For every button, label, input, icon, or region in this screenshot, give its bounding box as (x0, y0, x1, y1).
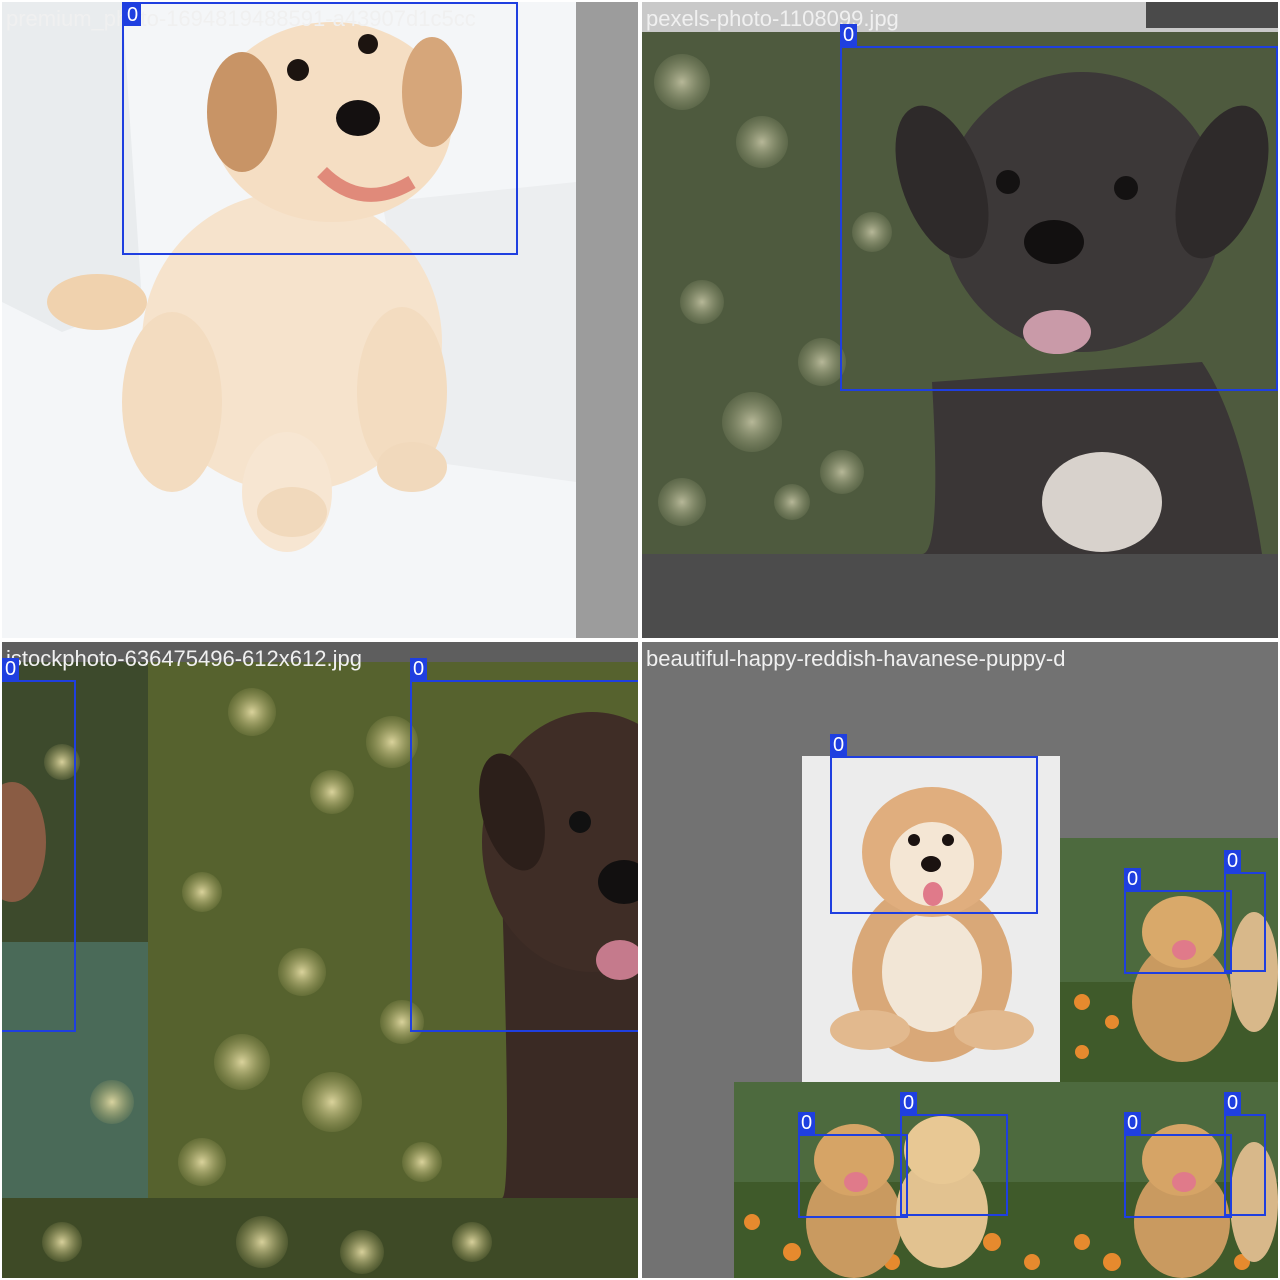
detection-box: 0 (1124, 868, 1232, 974)
mosaic-tile-1: premium_photo-1694819488591-a43907d1c5cc… (2, 2, 638, 638)
filename-label: beautiful-happy-reddish-havanese-puppy-d (646, 646, 1066, 671)
detection-box: 0 (798, 1112, 908, 1218)
class-label: 0 (1224, 850, 1242, 872)
detection-box: 0 (2, 658, 76, 1032)
detection-box: 0 (830, 734, 1038, 914)
filename-label: istockphoto-636475496-612x612.jpg (6, 646, 362, 671)
detection-box: 0 (1224, 850, 1266, 972)
class-label: 0 (124, 4, 142, 26)
class-label: 0 (1124, 868, 1142, 890)
class-label: 0 (830, 734, 848, 756)
detection-box: 0 (122, 2, 518, 255)
mosaic-tile-3: istockphoto-636475496-612x612.jpg 0 0 (2, 642, 638, 1278)
class-label: 0 (798, 1112, 816, 1134)
class-label: 0 (840, 24, 858, 46)
detection-box: 0 (1224, 1092, 1266, 1216)
detection-box: 0 (1124, 1112, 1232, 1218)
class-label: 0 (1224, 1092, 1242, 1114)
detection-box: 0 (840, 24, 1278, 391)
class-label: 0 (410, 658, 428, 680)
detection-box: 0 (410, 658, 638, 1032)
mosaic-tile-2: pexels-photo-1108099.jpg 0 (642, 2, 1278, 638)
class-label: 0 (2, 658, 20, 680)
class-label: 0 (1124, 1112, 1142, 1134)
mosaic-tile-4: beautiful-happy-reddish-havanese-puppy-d… (642, 642, 1278, 1278)
filename-label: pexels-photo-1108099.jpg (646, 6, 899, 31)
detection-box: 0 (900, 1092, 1008, 1216)
class-label: 0 (900, 1092, 918, 1114)
